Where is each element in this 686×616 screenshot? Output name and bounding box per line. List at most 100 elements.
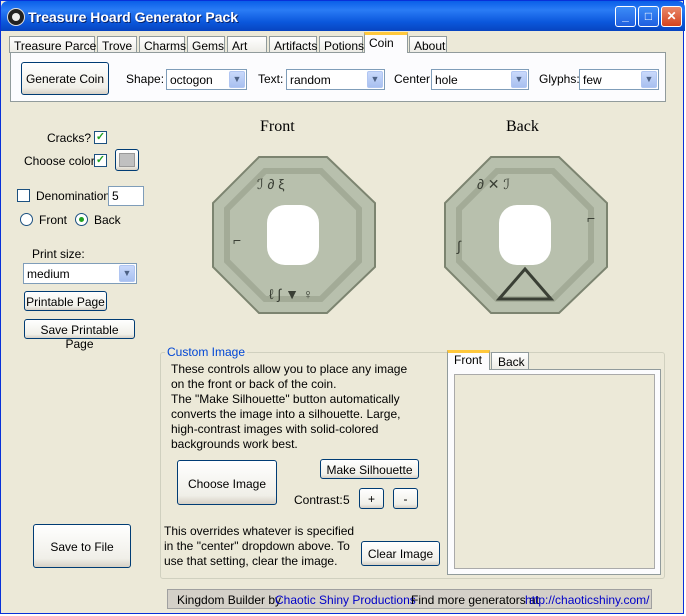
- chevron-down-icon: ▼: [367, 71, 383, 88]
- front-glyph: ℐ ∂ ξ: [257, 176, 285, 192]
- description-line: high-contrast images with solid-colored: [171, 422, 379, 436]
- minimize-button[interactable]: _: [615, 6, 636, 27]
- minimize-icon: _: [622, 9, 629, 23]
- status-prefix: Kingdom Builder by: [177, 593, 282, 607]
- image-preview: [454, 374, 655, 569]
- description-line: The "Make Silhouette" button automatical…: [171, 392, 400, 406]
- contrast-value: 5: [343, 493, 350, 507]
- description-line: backgrounds work best.: [171, 437, 298, 451]
- back-coin-heading: Back: [506, 118, 539, 135]
- tab-treasure-parcel[interactable]: Treasure Parcel: [9, 36, 99, 53]
- tab-image-back[interactable]: Back: [491, 352, 529, 370]
- custom-image-title: Custom Image: [165, 345, 248, 359]
- denomination-input[interactable]: 5: [108, 186, 144, 206]
- status-more: Find more generators at: [411, 593, 540, 607]
- chevron-down-icon: ▼: [641, 71, 657, 88]
- choose-color-label: Choose color: [24, 154, 95, 168]
- center-label: Center:: [394, 72, 434, 86]
- denomination-label: Denomination: [36, 189, 111, 203]
- choose-color-checkbox[interactable]: ✓: [94, 154, 107, 167]
- back-glyph: ⌐: [587, 210, 595, 226]
- maximize-icon: □: [644, 9, 653, 23]
- glyphs-value: few: [583, 73, 602, 87]
- window-title: Treasure Hoard Generator Pack: [28, 9, 239, 25]
- denomination-checkbox[interactable]: [17, 189, 30, 202]
- make-silhouette-label: Make Silhouette: [326, 463, 413, 477]
- choose-image-label: Choose Image: [187, 477, 267, 491]
- choose-image-button[interactable]: Choose Image: [177, 460, 277, 505]
- save-printable-page-label: Save Printable Page: [40, 323, 119, 351]
- maximize-button[interactable]: □: [638, 6, 659, 27]
- save-to-file-label: Save to File: [50, 540, 114, 554]
- clear-image-button[interactable]: Clear Image: [361, 541, 440, 566]
- plus-icon: +: [367, 492, 375, 506]
- glyphs-select[interactable]: few ▼: [579, 69, 659, 90]
- contrast-decrease-button[interactable]: -: [393, 488, 418, 509]
- description-line: on the front or back of the coin.: [171, 377, 337, 391]
- front-coin-hole: [267, 205, 319, 265]
- tab-gems[interactable]: Gems: [187, 36, 225, 53]
- close-icon: ✕: [666, 9, 677, 23]
- tab-artifacts[interactable]: Artifacts: [269, 36, 317, 53]
- printable-page-label: Printable Page: [26, 295, 105, 309]
- minus-icon: -: [403, 492, 408, 506]
- website-link[interactable]: http://chaoticshiny.com/: [525, 593, 650, 607]
- tab-coin[interactable]: Coin: [364, 32, 408, 53]
- override-line: This overrides whatever is specified: [164, 524, 355, 538]
- app-icon: [7, 8, 25, 26]
- save-to-file-button[interactable]: Save to File: [33, 524, 131, 568]
- status-bar: Kingdom Builder by Chaotic Shiny Product…: [167, 589, 652, 609]
- center-select[interactable]: hole ▼: [431, 69, 529, 90]
- author-link[interactable]: Chaotic Shiny Productions: [275, 593, 416, 607]
- chevron-down-icon: ▼: [229, 71, 245, 88]
- center-value: hole: [435, 73, 458, 87]
- tab-potions[interactable]: Potions: [319, 36, 364, 53]
- contrast-label: Contrast:: [294, 493, 343, 507]
- contrast-increase-button[interactable]: +: [359, 488, 384, 509]
- print-size-select[interactable]: medium ▼: [23, 263, 137, 284]
- glyphs-label: Glyphs:: [539, 72, 580, 86]
- custom-image-description: These controls allow you to place any im…: [171, 362, 421, 452]
- color-swatch: [119, 153, 135, 167]
- tab-art[interactable]: Art: [227, 36, 267, 53]
- back-coin-hole: [499, 205, 551, 265]
- printable-page-button[interactable]: Printable Page: [24, 291, 107, 311]
- close-button[interactable]: ✕: [661, 6, 682, 27]
- chevron-down-icon: ▼: [119, 265, 135, 282]
- print-size-value: medium: [27, 267, 70, 281]
- make-silhouette-button[interactable]: Make Silhouette: [320, 459, 419, 479]
- generate-coin-label: Generate Coin: [25, 72, 105, 86]
- front-coin-image: ℐ ∂ ξ ⌐ ℓ ∫ ▼ ♀: [212, 156, 376, 314]
- back-coin-image: ∂ ✕ ℐ ⌐ ∫: [444, 156, 608, 314]
- tab-about[interactable]: About: [409, 36, 447, 53]
- text-select[interactable]: random ▼: [286, 69, 385, 90]
- color-swatch-button[interactable]: [115, 149, 139, 171]
- front-coin-heading: Front: [260, 118, 295, 135]
- back-radio[interactable]: [75, 213, 88, 226]
- app-window: Treasure Hoard Generator Pack _ □ ✕ Trea…: [0, 0, 685, 614]
- chevron-down-icon: ▼: [511, 71, 527, 88]
- description-line: These controls allow you to place any im…: [171, 362, 408, 376]
- front-radio[interactable]: [20, 213, 33, 226]
- description-line: converts the image into a silhouette. La…: [171, 407, 401, 421]
- front-radio-label: Front: [39, 213, 68, 227]
- front-glyph: ℓ ∫ ▼ ♀: [269, 286, 313, 302]
- back-glyph: ∂ ✕ ℐ: [477, 176, 510, 192]
- shape-value: octogon: [170, 73, 213, 87]
- cracks-checkbox[interactable]: ✓: [94, 131, 107, 144]
- back-radio-label: Back: [94, 213, 121, 227]
- tab-trove[interactable]: Trove: [97, 36, 137, 53]
- generate-coin-button[interactable]: Generate Coin: [21, 62, 109, 95]
- front-glyph: ⌐: [233, 232, 241, 248]
- tab-image-front[interactable]: Front: [447, 350, 490, 370]
- cracks-label: Cracks?: [47, 131, 92, 145]
- tab-charms[interactable]: Charms: [139, 36, 186, 53]
- print-size-label: Print size:: [32, 247, 85, 261]
- title-bar[interactable]: Treasure Hoard Generator Pack _ □ ✕: [1, 1, 685, 31]
- save-printable-page-button[interactable]: Save Printable Page: [24, 319, 135, 351]
- text-label: Text:: [258, 72, 284, 86]
- text-value: random: [290, 73, 331, 87]
- shape-label: Shape:: [126, 72, 165, 86]
- shape-select[interactable]: octogon ▼: [166, 69, 247, 90]
- clear-image-label: Clear Image: [367, 547, 434, 561]
